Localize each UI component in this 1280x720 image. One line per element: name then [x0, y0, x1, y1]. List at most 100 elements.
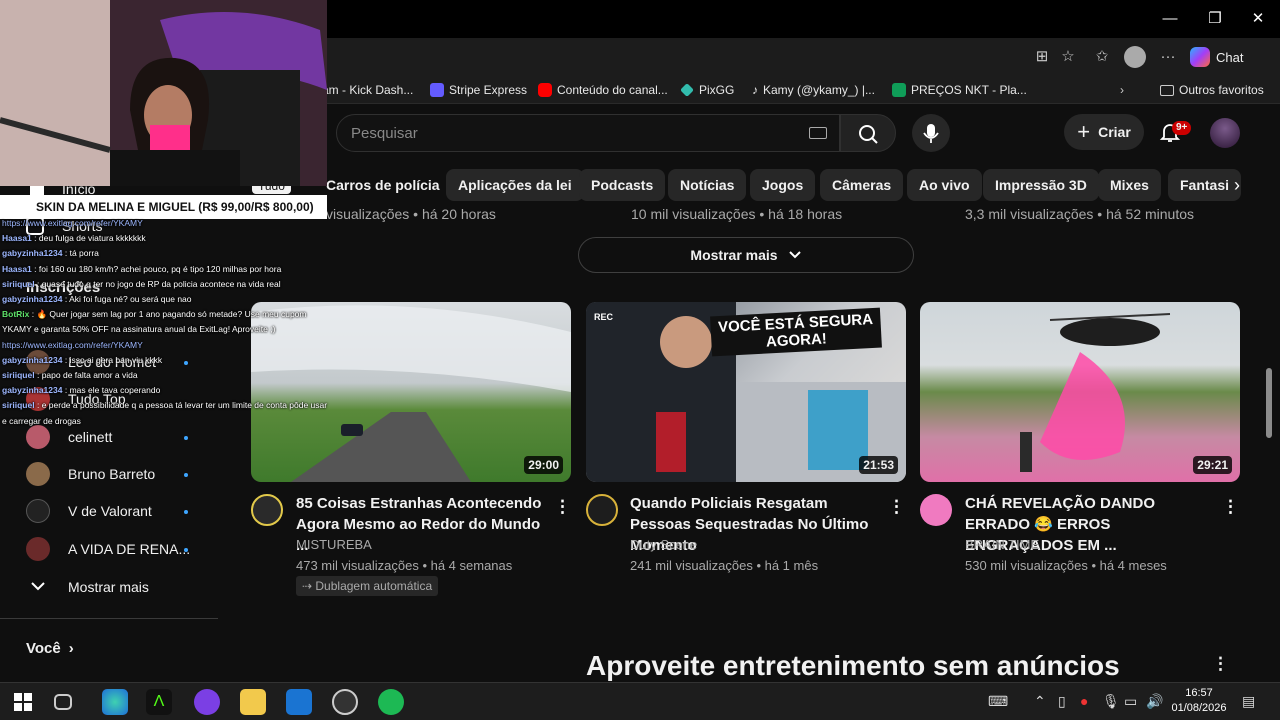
- chip[interactable]: Notícias: [668, 169, 747, 201]
- notification-center-icon[interactable]: ▤: [1242, 693, 1255, 710]
- chip[interactable]: Ao vivo: [907, 169, 982, 201]
- promo-options-icon[interactable]: ⋮: [1212, 654, 1229, 674]
- chip[interactable]: Impressão 3D: [983, 169, 1099, 201]
- promo-title: Aproveite entretenimento sem anúncios: [586, 650, 1120, 681]
- chips-next-chevron-icon[interactable]: ›: [1224, 172, 1250, 198]
- obs-icon[interactable]: [332, 689, 358, 715]
- create-button[interactable]: + Criar: [1064, 114, 1144, 150]
- clock-date: 01/08/2026: [1171, 702, 1227, 714]
- bookmark-item[interactable]: PixGG: [680, 81, 734, 99]
- bookmark-item[interactable]: ♪ Kamy (@ykamy_) |...: [752, 81, 875, 99]
- chip[interactable]: Câmeras: [820, 169, 904, 201]
- chevron-right-icon: ›: [68, 639, 74, 657]
- bookmark-item[interactable]: Conteúdo do canal...: [538, 81, 668, 99]
- app-available-icon[interactable]: ⊞: [1032, 47, 1052, 67]
- video-options-icon[interactable]: ⋮: [1222, 496, 1239, 518]
- chat-user: Haasa1: [2, 263, 32, 274]
- taskbar-clock[interactable]: 16:57 01/08/2026: [1164, 686, 1234, 716]
- search-input[interactable]: Pesquisar: [336, 114, 840, 152]
- chat-user: gabyzinha1234: [2, 294, 63, 305]
- streamer-webcam: [0, 0, 327, 186]
- network-icon[interactable]: ▭: [1124, 693, 1137, 710]
- channel-name[interactable]: BRAIN TIME: [965, 537, 1039, 552]
- chat-message: Haasa1 : deu fulga de viatura kkkkkkk: [2, 231, 332, 246]
- maximize-button[interactable]: ❐: [1200, 8, 1230, 30]
- keyboard-icon[interactable]: [809, 127, 827, 139]
- youtube-account-avatar[interactable]: [1210, 118, 1240, 148]
- windows-start-icon[interactable]: [10, 689, 36, 715]
- chip[interactable]: Mixes: [1098, 169, 1161, 201]
- spotify-icon[interactable]: [378, 689, 404, 715]
- sidebar-item-label: Você: [26, 639, 61, 657]
- video-duration: 29:00: [524, 456, 563, 474]
- search-button[interactable]: [840, 114, 896, 152]
- favorite-star-icon[interactable]: ☆: [1058, 47, 1078, 67]
- other-favorites[interactable]: Outros favoritos: [1160, 81, 1264, 99]
- copilot-chat-button[interactable]: Chat: [1190, 44, 1243, 70]
- chip[interactable]: Aplicações da lei: [446, 169, 584, 201]
- minimize-button[interactable]: —: [1155, 8, 1185, 30]
- more-menu-icon[interactable]: ···: [1158, 47, 1178, 67]
- outlook-icon[interactable]: [286, 689, 312, 715]
- video-thumbnail[interactable]: REC VOCÊ ESTÁ SEGURA AGORA! 21:53: [586, 302, 906, 482]
- bookmarks-overflow-chevron-icon[interactable]: ›: [1120, 81, 1124, 99]
- category-chips: Carros de polícia Aplicações da lei Podc…: [316, 169, 1250, 201]
- rec-label: REC: [594, 312, 614, 322]
- voice-search-button[interactable]: [912, 114, 950, 152]
- chat-message: Haasa1 : foi 160 ou 180 km/h? achei pouc…: [2, 262, 332, 277]
- video-options-icon[interactable]: ⋮: [888, 496, 905, 518]
- chip[interactable]: Jogos: [750, 169, 816, 201]
- sidebar-item-label: A VIDA DE RENA...: [68, 541, 191, 557]
- sidebar-subscription[interactable]: V de Valorant: [26, 499, 152, 523]
- chat-text: https://www.exitlag.com/refer/YKAMY: [2, 339, 143, 350]
- page-scrollbar[interactable]: [1266, 368, 1272, 438]
- bookmark-item[interactable]: am - Kick Dash...: [322, 81, 413, 99]
- channel-avatar[interactable]: [251, 494, 283, 526]
- sidebar-subscription[interactable]: celinett: [26, 425, 112, 449]
- bookmark-item[interactable]: PREÇOS NKT - Pla...: [892, 81, 1027, 99]
- sidebar-item-label: Mostrar mais: [68, 579, 149, 595]
- chat-text: : papo de falta amor a vida: [36, 370, 138, 381]
- bookmark-label: PREÇOS NKT - Pla...: [911, 83, 1027, 97]
- keyboard-layout-icon[interactable]: ⌨: [988, 693, 1008, 710]
- sidebar-subscription[interactable]: Bruno Barreto: [26, 462, 155, 486]
- chip[interactable]: Podcasts: [579, 169, 666, 201]
- channel-avatar[interactable]: [586, 494, 618, 526]
- sidebar-subscription[interactable]: A VIDA DE RENA...: [26, 537, 191, 561]
- microphone-tray-icon[interactable]: 🎙: [1102, 693, 1120, 710]
- bookmark-item[interactable]: Stripe Express: [430, 81, 527, 99]
- channel-avatar: [26, 462, 50, 486]
- video-thumbnail[interactable]: 29:21: [920, 302, 1240, 482]
- task-view-icon[interactable]: [54, 694, 72, 710]
- show-more-button[interactable]: Mostrar mais: [578, 237, 914, 273]
- close-button[interactable]: ✕: [1243, 8, 1273, 30]
- sheets-icon: [892, 83, 906, 97]
- discord-icon[interactable]: [194, 689, 220, 715]
- channel-avatar[interactable]: [920, 494, 952, 526]
- microphone-icon: [923, 124, 939, 143]
- app-icon[interactable]: Λ: [146, 689, 172, 715]
- stripe-icon: [430, 83, 444, 97]
- tray-app-icon[interactable]: ▯: [1058, 693, 1066, 710]
- edge-browser-icon[interactable]: [102, 689, 128, 715]
- sidebar-you-header[interactable]: Você ›: [26, 637, 74, 659]
- profile-avatar[interactable]: [1124, 46, 1146, 68]
- chat-message: gabyzinha1234 : mas ele tava coperando: [2, 383, 332, 398]
- chip[interactable]: Carros de polícia: [316, 169, 452, 201]
- tray-overflow-icon[interactable]: ⌃: [1034, 693, 1046, 710]
- chat-message: BotRix : 🔥 Quer jogar sem lag por 1 ano …: [2, 307, 332, 337]
- video-options-icon[interactable]: ⋮: [554, 496, 571, 518]
- channel-name[interactable]: Duty Scene: [630, 537, 697, 552]
- dub-label: Dublagem automática: [315, 579, 433, 593]
- sidebar-item-label: V de Valorant: [68, 503, 152, 519]
- chat-user: siriiquel: [2, 278, 35, 289]
- channel-name[interactable]: MISTUREBA: [296, 537, 372, 552]
- file-explorer-icon[interactable]: [240, 689, 266, 715]
- favorites-icon[interactable]: ✩: [1092, 47, 1112, 67]
- chat-message: gabyzinha1234 : tá porra: [2, 246, 332, 261]
- show-more-label: Mostrar mais: [690, 247, 778, 263]
- recording-icon[interactable]: ●: [1080, 693, 1088, 709]
- volume-icon[interactable]: 🔊: [1146, 693, 1163, 710]
- create-label: Criar: [1098, 124, 1131, 140]
- sidebar-show-more[interactable]: Mostrar mais: [26, 576, 149, 598]
